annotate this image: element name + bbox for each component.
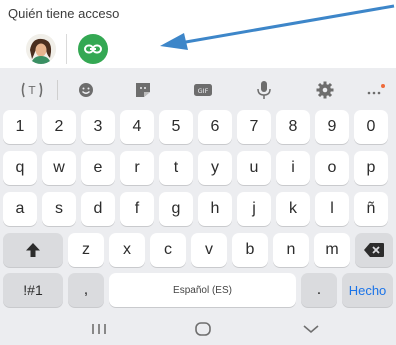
symbols-key[interactable]: !#1 [3,273,63,307]
shift-key[interactable] [3,233,63,267]
key-r[interactable]: r [120,151,154,185]
key-n[interactable]: n [273,233,309,267]
key-e[interactable]: e [81,151,115,185]
key-6[interactable]: 6 [198,110,232,144]
key-u[interactable]: u [237,151,271,185]
key-2[interactable]: 2 [42,110,76,144]
toolbar-divider [57,80,58,100]
key-s[interactable]: s [42,192,76,226]
key-4[interactable]: 4 [120,110,154,144]
key-q[interactable]: q [3,151,37,185]
backspace-key[interactable] [355,233,393,267]
key-i[interactable]: i [276,151,310,185]
hide-keyboard-icon[interactable] [302,323,320,335]
microphone-icon[interactable] [252,80,276,100]
key-8[interactable]: 8 [276,110,310,144]
key-d[interactable]: d [81,192,115,226]
navigation-bar [0,313,396,345]
key-f[interactable]: f [120,192,154,226]
key-1[interactable]: 1 [3,110,37,144]
divider [66,34,67,64]
key-3[interactable]: 3 [81,110,115,144]
link-icon [84,44,102,54]
shift-arrow-icon [26,243,40,257]
comma-key[interactable]: , [68,273,104,307]
key-9[interactable]: 9 [315,110,349,144]
key-l[interactable]: l [315,192,349,226]
more-icon[interactable] [364,80,388,100]
access-panel: Quién tiene acceso [0,0,396,68]
key-o[interactable]: o [315,151,349,185]
key-g[interactable]: g [159,192,193,226]
svg-text:GIF: GIF [198,87,209,95]
period-key[interactable]: . [301,273,337,307]
key-y[interactable]: y [198,151,232,185]
key-v[interactable]: v [191,233,227,267]
key-t[interactable]: t [159,151,193,185]
text-translate-icon[interactable]: T [20,80,44,100]
svg-text:T: T [28,84,36,97]
key-0[interactable]: 0 [354,110,388,144]
key-k[interactable]: k [276,192,310,226]
done-key[interactable]: Hecho [342,273,393,307]
key-7[interactable]: 7 [237,110,271,144]
key-c[interactable]: c [150,233,186,267]
key-w[interactable]: w [42,151,76,185]
access-title: Quién tiene acceso [8,6,120,21]
gif-icon[interactable]: GIF [191,80,215,100]
key-5[interactable]: 5 [159,110,193,144]
emoji-icon[interactable] [74,80,98,100]
keyboard: T GIF 1 2 3 4 5 6 7 8 9 0 q w e r t y u … [0,68,396,345]
annotation-arrow [160,4,395,50]
done-key-label: Hecho [348,282,387,298]
key-j[interactable]: j [237,192,271,226]
backspace-icon [364,243,384,257]
key-a[interactable]: a [3,192,37,226]
space-key-label: Español (ES) [173,284,232,296]
key-h[interactable]: h [198,192,232,226]
key-x[interactable]: x [109,233,145,267]
key-p[interactable]: p [354,151,388,185]
key-m[interactable]: m [314,233,350,267]
recent-apps-icon[interactable] [90,322,108,336]
key-z[interactable]: z [68,233,104,267]
home-icon[interactable] [194,321,212,337]
key-b[interactable]: b [232,233,268,267]
link-button[interactable] [78,34,108,64]
settings-icon[interactable] [313,80,337,100]
avatar[interactable] [26,34,56,64]
key-n-tilde[interactable]: ñ [354,192,388,226]
sticker-icon[interactable] [131,80,155,100]
space-key[interactable]: Español (ES) [109,273,296,307]
